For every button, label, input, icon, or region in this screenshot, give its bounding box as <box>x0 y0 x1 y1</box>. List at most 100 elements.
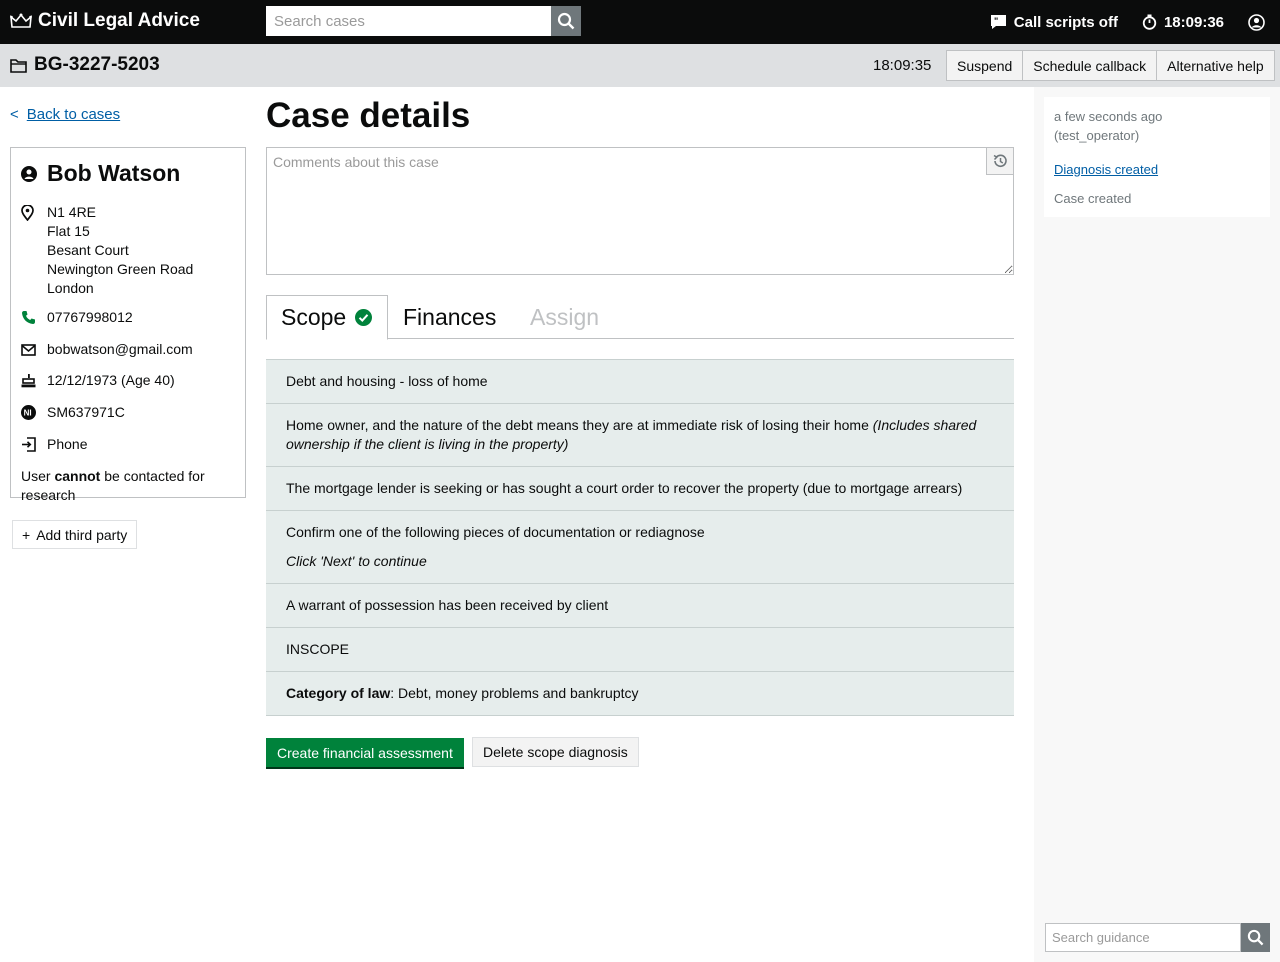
case-reference-text: BG-3227-5203 <box>34 54 160 75</box>
tab-scope[interactable]: Scope <box>266 295 388 340</box>
log-entry: Case created <box>1054 191 1132 206</box>
ni-icon: NI <box>21 405 36 420</box>
user-account-icon <box>1248 13 1265 31</box>
ni-field: NI SM637971C <box>21 403 235 425</box>
scope-row: A warrant of possession has been receive… <box>266 583 1014 627</box>
crown-icon <box>10 13 32 28</box>
scope-row-text: The mortgage lender is seeking or has so… <box>286 480 963 496</box>
call-script-icon: " <box>990 15 1006 29</box>
research-text-strong: cannot <box>54 468 101 484</box>
scope-diagnosis-list: Debt and housing - loss of home Home own… <box>266 359 1014 716</box>
back-to-cases-link[interactable]: < Back to cases <box>10 106 120 123</box>
scope-row-text: A warrant of possession has been receive… <box>286 597 609 613</box>
contact-method: Phone <box>47 436 88 452</box>
page-title: Case details <box>266 96 471 135</box>
plus-icon: + <box>22 526 31 543</box>
case-log: a few seconds ago (test_operator) Diagno… <box>1044 97 1270 217</box>
category-of-law-value: : Debt, money problems and bankruptcy <box>390 685 639 701</box>
address-field: N1 4RE Flat 15 Besant Court Newington Gr… <box>21 203 235 298</box>
case-log-panel: a few seconds ago (test_operator) Diagno… <box>1034 87 1280 962</box>
case-actions-group: Suspend Schedule callback Alternative he… <box>946 50 1275 81</box>
scope-row: Category of law: Debt, money problems an… <box>266 671 1014 716</box>
case-comments-textarea[interactable] <box>266 147 1014 275</box>
case-tabs: Scope Finances Assign <box>266 295 1014 340</box>
search-input[interactable] <box>266 6 551 36</box>
phone-field: 07767998012 <box>21 308 235 330</box>
delete-scope-diagnosis-button[interactable]: Delete scope diagnosis <box>472 737 639 767</box>
scope-result: INSCOPE <box>286 641 350 657</box>
dob-field: 12/12/1973 (Age 40) <box>21 371 235 393</box>
person-icon <box>21 165 37 182</box>
tab-assign-label: Assign <box>530 303 600 330</box>
schedule-callback-button[interactable]: Schedule callback <box>1022 51 1157 80</box>
search-icon <box>1247 929 1264 946</box>
history-icon <box>993 154 1007 168</box>
address-line: Newington Green Road <box>47 261 194 277</box>
clock-time: 18:09:36 <box>1163 13 1224 31</box>
location-icon <box>21 204 34 222</box>
address-line: Besant Court <box>47 242 129 258</box>
tab-finances-label: Finances <box>403 303 497 330</box>
scope-row-instruction: Click 'Next' to continue <box>286 553 427 569</box>
alternative-help-button[interactable]: Alternative help <box>1156 51 1274 80</box>
call-scripts-label: Call scripts off <box>1013 13 1118 31</box>
session-timer: 18:09:36 <box>1142 14 1224 31</box>
log-timestamp: a few seconds ago <box>1054 109 1163 124</box>
scope-row: The mortgage lender is seeking or has so… <box>266 466 1014 510</box>
email-address[interactable]: bobwatson@gmail.com <box>47 340 193 361</box>
scope-row-text: Confirm one of the following pieces of d… <box>286 524 705 540</box>
call-scripts-toggle[interactable]: " Call scripts off <box>990 14 1118 31</box>
create-financial-assessment-button[interactable]: Create financial assessment <box>266 738 464 767</box>
case-header: BG-3227-5203 18:09:35 Suspend Schedule c… <box>0 44 1280 87</box>
research-consent: User cannot be contacted for research <box>21 467 235 505</box>
scope-row-text: Debt and housing - loss of home <box>286 373 488 389</box>
guidance-search-input[interactable] <box>1045 923 1241 952</box>
scope-row: Home owner, and the nature of the debt m… <box>266 403 1014 466</box>
scope-row: Confirm one of the following pieces of d… <box>266 510 1014 583</box>
birthday-icon <box>21 374 36 388</box>
case-reference: BG-3227-5203 <box>10 54 160 76</box>
scope-row: Debt and housing - loss of home <box>266 359 1014 403</box>
ni-number: SM637971C <box>47 404 125 420</box>
svg-text:": " <box>994 16 998 26</box>
tab-scope-label: Scope <box>281 304 347 330</box>
suspend-button[interactable]: Suspend <box>947 51 1023 80</box>
brand-logo[interactable]: Civil Legal Advice <box>10 10 200 32</box>
research-text-prefix: User <box>21 468 55 484</box>
back-chevron-icon: < <box>10 106 19 123</box>
phone-number[interactable]: 07767998012 <box>47 308 133 330</box>
scope-row-text: Home owner, and the nature of the debt m… <box>286 417 869 433</box>
scope-row: INSCOPE <box>266 627 1014 671</box>
tab-finances[interactable]: Finances <box>389 295 510 339</box>
address-line: London <box>47 280 94 296</box>
person-name-text: Bob Watson <box>47 160 181 186</box>
brand-title: Civil Legal Advice <box>38 10 200 31</box>
email-icon <box>21 344 36 356</box>
check-icon <box>355 309 373 326</box>
add-third-party-button[interactable]: + Add third party <box>12 520 138 549</box>
guidance-search <box>1045 923 1270 952</box>
user-menu[interactable] <box>1248 13 1272 31</box>
guidance-search-button[interactable] <box>1241 923 1270 952</box>
contact-method-icon <box>22 437 36 452</box>
tab-assign: Assign <box>516 295 613 339</box>
search-icon <box>557 12 575 30</box>
folder-icon <box>10 58 27 73</box>
comment-history-button[interactable] <box>986 148 1013 175</box>
category-of-law-label: Category of law <box>286 685 391 701</box>
search-button[interactable] <box>551 6 581 36</box>
log-entry-link[interactable]: Diagnosis created <box>1054 160 1260 179</box>
personal-details-card: Bob Watson N1 4RE Flat 15 Besant Court N… <box>10 147 246 503</box>
email-field: bobwatson@gmail.com <box>21 340 235 361</box>
back-to-cases-label: Back to cases <box>26 106 121 123</box>
top-header: Civil Legal Advice " Call scripts off 18… <box>0 0 1280 44</box>
add-third-party-label: Add third party <box>36 526 128 543</box>
case-timer: 18:09:35 <box>873 57 932 74</box>
stopwatch-icon <box>1142 14 1157 30</box>
svg-text:NI: NI <box>24 409 32 418</box>
person-name[interactable]: Bob Watson <box>21 160 235 187</box>
address-line: Flat 15 <box>47 223 90 239</box>
log-user: (test_operator) <box>1054 128 1140 143</box>
date-of-birth: 12/12/1973 (Age 40) <box>47 372 175 388</box>
contact-method-field: Phone <box>21 435 235 457</box>
